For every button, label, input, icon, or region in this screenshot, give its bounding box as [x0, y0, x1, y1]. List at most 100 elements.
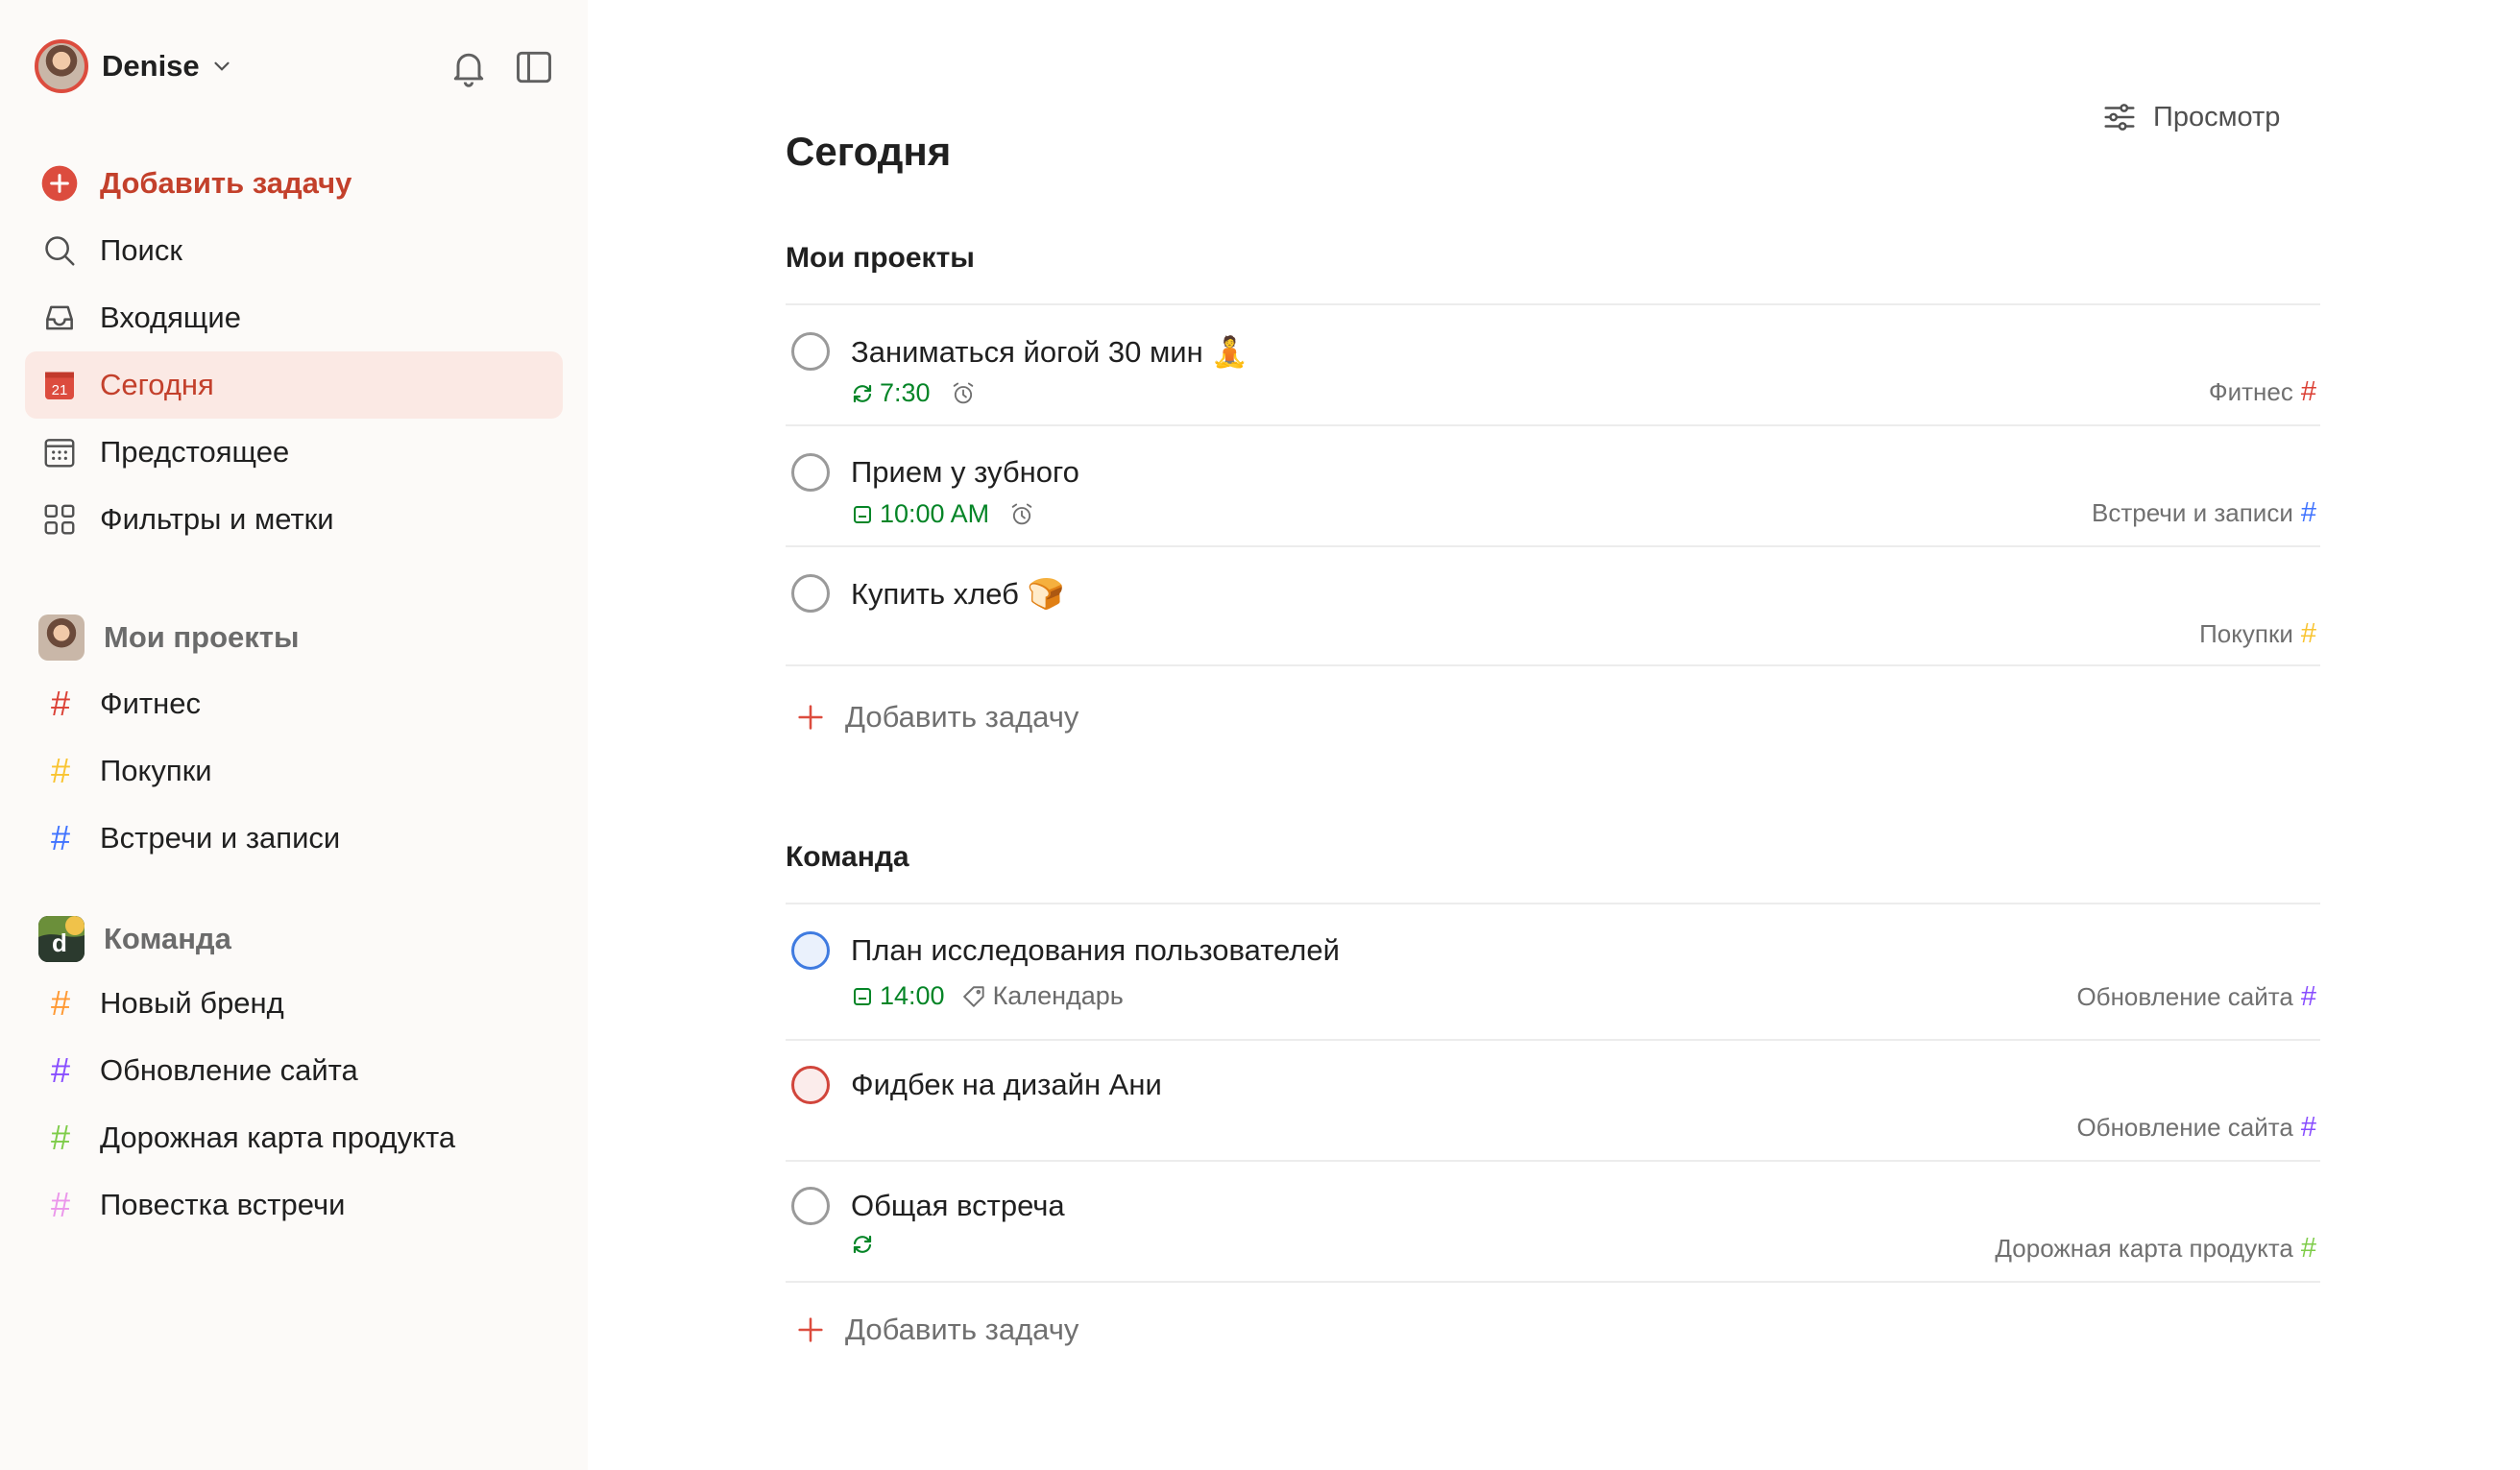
task-project-label: Покупки [2199, 619, 2293, 648]
calendar-icon [851, 503, 874, 526]
task-project[interactable]: Обновление сайта # [2076, 981, 2316, 1013]
task-title[interactable]: Общая встреча [851, 1189, 1065, 1223]
task-time: 14:00 [880, 981, 945, 1010]
task-item: Фидбек на дизайн Ани Обновление сайта # [786, 1066, 2320, 1160]
add-task-inline-button[interactable]: Добавить задачу [786, 1306, 1078, 1354]
task-label[interactable]: Календарь [962, 981, 1124, 1011]
task-title[interactable]: Фидбек на дизайн Ани [851, 1068, 1162, 1102]
project-meetings[interactable]: # Встречи и записи [25, 808, 563, 868]
divider [786, 545, 2320, 547]
nav-search[interactable]: Поиск [25, 217, 563, 284]
view-button[interactable]: Просмотр [2101, 92, 2280, 142]
calendar-grid-icon [40, 433, 79, 471]
view-label: Просмотр [2153, 101, 2281, 133]
nav-today[interactable]: 21 Сегодня [25, 351, 563, 419]
project-shopping[interactable]: # Покупки [25, 741, 563, 801]
user-name: Denise [102, 49, 200, 83]
task-checkbox[interactable] [791, 332, 830, 371]
hash-icon: # [2300, 376, 2316, 407]
task-item: Общая встреча Дорожная карта продукта # [786, 1187, 2320, 1281]
chevron-down-icon [214, 61, 230, 71]
alarm-icon [950, 380, 977, 407]
team-title: Команда [104, 922, 231, 955]
project-label: Повестка встречи [100, 1188, 346, 1221]
project-label: Новый бренд [100, 986, 284, 1020]
divider [786, 1160, 2320, 1162]
my-projects-title: Мои проекты [104, 620, 300, 654]
task-title[interactable]: План исследования пользователей [851, 933, 1340, 968]
my-projects-header[interactable]: Мои проекты [38, 611, 299, 664]
task-project[interactable]: Встречи и записи # [2092, 497, 2316, 529]
sidebar-toggle-icon[interactable] [513, 46, 555, 88]
hash-icon: # [50, 1185, 71, 1224]
hash-icon: # [50, 684, 71, 723]
divider [786, 303, 2320, 305]
nav-inbox-label: Входящие [100, 301, 241, 334]
task-meta: 10:00 AM [851, 499, 1035, 529]
alarm-icon [1008, 501, 1035, 528]
task-project-label: Обновление сайта [2076, 1113, 2293, 1142]
task-title[interactable]: Заниматься йогой 30 мин 🧘 [851, 334, 1248, 370]
nav-filters[interactable]: Фильтры и метки [25, 486, 563, 553]
app-window: Denise Добавить задачу Поиск Входящие 21… [0, 0, 2520, 1470]
search-icon [40, 231, 79, 270]
task-time: 7:30 [880, 378, 931, 407]
project-new-brand[interactable]: # Новый бренд [25, 974, 563, 1033]
task-project[interactable]: Покупки # [2199, 618, 2316, 650]
nav-filters-label: Фильтры и метки [100, 502, 334, 536]
task-checkbox[interactable] [791, 453, 830, 492]
bell-icon[interactable] [448, 46, 490, 88]
task-title[interactable]: Прием у зубного [851, 455, 1079, 490]
project-label: Обновление сайта [100, 1053, 358, 1087]
project-roadmap[interactable]: # Дорожная карта продукта [25, 1108, 563, 1168]
nav-upcoming-label: Предстоящее [100, 435, 290, 469]
project-label: Дорожная карта продукта [100, 1121, 456, 1154]
task-project[interactable]: Обновление сайта # [2076, 1112, 2316, 1144]
plus-icon [789, 1313, 832, 1346]
task-title[interactable]: Купить хлеб 🍞 [851, 576, 1064, 612]
hash-icon: # [2300, 1112, 2316, 1143]
divider [786, 424, 2320, 426]
task-project-label: Встречи и записи [2092, 498, 2293, 527]
task-checkbox[interactable] [791, 1187, 830, 1225]
task-project[interactable]: Фитнес # [2209, 376, 2316, 408]
recurring-icon [851, 382, 874, 405]
today-badge: 21 [52, 382, 68, 398]
tag-icon [962, 985, 984, 1007]
project-site-update[interactable]: # Обновление сайта [25, 1041, 563, 1100]
project-agenda[interactable]: # Повестка встречи [25, 1175, 563, 1235]
add-task-inline-label: Добавить задачу [845, 1313, 1079, 1346]
add-task-inline-label: Добавить задачу [845, 700, 1079, 734]
hash-icon: # [50, 1050, 71, 1090]
task-meta [851, 1233, 880, 1256]
task-label-text: Календарь [992, 981, 1124, 1010]
task-time: 10:00 AM [880, 499, 990, 528]
task-item: План исследования пользователей 14:00 Ка… [786, 931, 2320, 1039]
add-task-button[interactable]: Добавить задачу [25, 150, 563, 217]
project-label: Встречи и записи [100, 821, 341, 855]
divider [786, 903, 2320, 904]
svg-text:d: d [52, 928, 67, 957]
divider [786, 1281, 2320, 1283]
task-checkbox[interactable] [791, 1066, 830, 1104]
nav-inbox[interactable]: Входящие [25, 284, 563, 351]
team-logo: d [38, 916, 85, 962]
task-checkbox[interactable] [791, 574, 830, 613]
task-item: Купить хлеб 🍞 Покупки # [786, 574, 2320, 664]
add-task-inline-button[interactable]: Добавить задачу [786, 693, 1078, 741]
user-menu[interactable]: Denise [35, 38, 234, 94]
sliders-icon [2104, 104, 2135, 131]
team-header[interactable]: d Команда [38, 912, 231, 966]
task-project[interactable]: Дорожная карта продукта # [1995, 1233, 2316, 1265]
project-fitness[interactable]: # Фитнес [25, 674, 563, 734]
task-project-label: Фитнес [2208, 377, 2293, 406]
task-project-label: Дорожная карта продукта [1995, 1234, 2293, 1263]
inbox-icon [40, 299, 79, 337]
recurring-icon [851, 1233, 874, 1256]
group-title-team: Команда [786, 841, 909, 873]
hash-icon: # [2300, 981, 2316, 1012]
hash-icon: # [50, 1118, 71, 1157]
sidebar: Denise Добавить задачу Поиск Входящие 21… [0, 0, 588, 1470]
nav-upcoming[interactable]: Предстоящее [25, 419, 563, 486]
task-checkbox[interactable] [791, 931, 830, 970]
